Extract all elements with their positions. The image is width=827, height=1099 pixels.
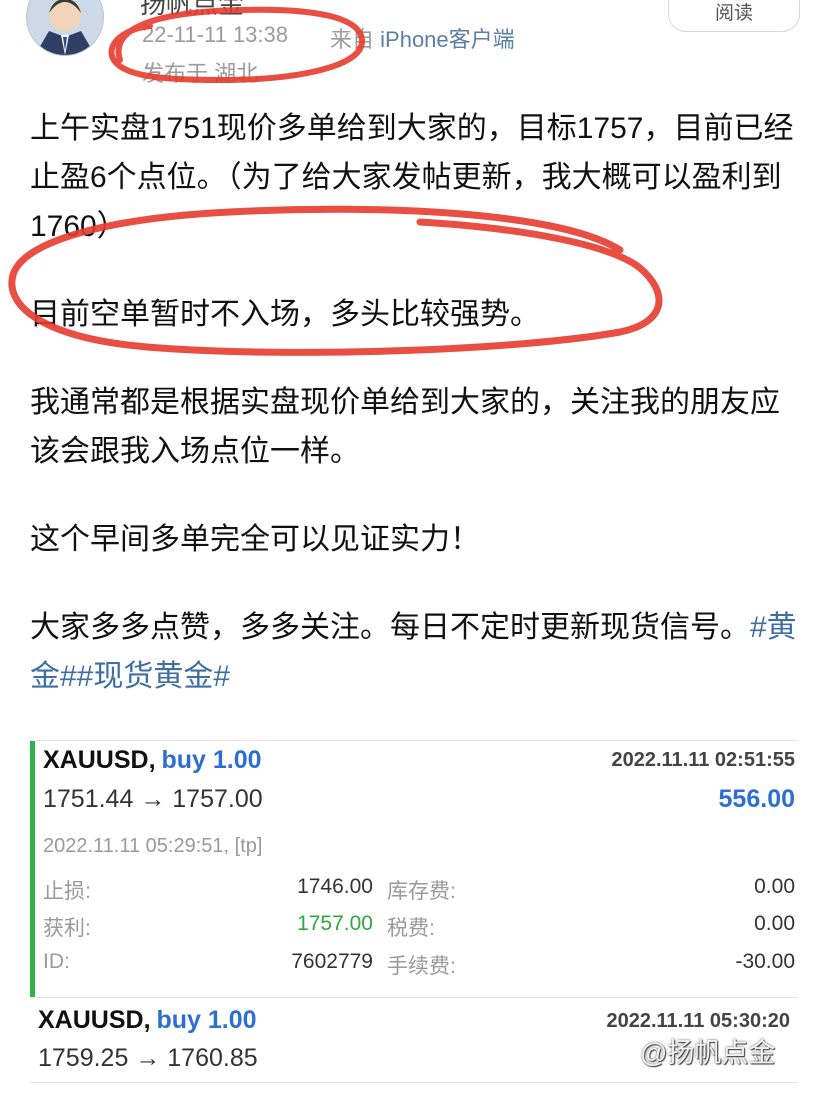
trade-prices: 1759.25 → 1760.85 [38, 1044, 258, 1072]
trade-side: buy 1.00 [161, 746, 262, 774]
open-time: 2022.11.11 02:51:55 [611, 749, 795, 771]
fee-label: 手续费: [387, 955, 456, 978]
author-avatar[interactable] [26, 0, 104, 56]
post-location: 发布于 湖北 [142, 61, 259, 86]
trade-card[interactable]: XAUUSD, buy 1.00 2022.11.11 02:51:55 1751… [30, 741, 803, 997]
symbol-label: XAUUSD, [38, 1006, 151, 1034]
tax-label: 税费: [387, 917, 435, 940]
id-value: 7602779 [291, 950, 373, 973]
swap-label: 库存费: [387, 880, 456, 903]
fee-value: -30.00 [735, 950, 795, 973]
post-paragraph: 这个早间多单完全可以见证实力！ [30, 523, 480, 556]
weibo-watermark: @扬帆点金 [640, 1038, 776, 1068]
divider [30, 1082, 798, 1083]
author-name[interactable]: 扬帆点金 [140, 0, 244, 21]
open-time: 2022.11.11 05:30:20 [606, 1010, 790, 1032]
tp-value: 1757.00 [297, 912, 373, 935]
post-paragraph: 目前空单暂时不入场，多头比较强势。 [30, 298, 540, 331]
source-client-link[interactable]: iPhone客户端 [380, 27, 515, 52]
swap-value: 0.00 [754, 875, 795, 898]
trade-prices: 1751.44 → 1757.00 [43, 785, 263, 813]
sl-value: 1746.00 [297, 875, 373, 898]
post-body: 上午实盘1751现价多单给到大家的，目标1757，目前已经止盈6个点位。（为了给… [30, 104, 800, 740]
id-label: ID: [43, 950, 70, 973]
post-paragraph: 大家多多点赞，多多关注。每日不定时更新现货信号。#黄金##现货黄金# [30, 603, 800, 701]
post-paragraph: 我通常都是根据实盘现价单给到大家的，关注我的朋友应该会跟我入场点位一样。 [30, 386, 780, 468]
close-time: 2022.11.11 05:29:51, [tp] [43, 835, 263, 857]
trade-symbol: XAUUSD, buy 1.00 [43, 746, 262, 775]
post-paragraph-text: 大家多多点赞，多多关注。每日不定时更新现货信号。 [30, 611, 750, 644]
post-paragraph: 上午实盘1751现价多单给到大家的，目标1757，目前已经止盈6个点位。（为了给… [30, 112, 794, 243]
tp-label: 获利: [43, 917, 91, 940]
source-prefix: 来自 [330, 27, 375, 52]
avatar-image [27, 0, 103, 55]
trade-symbol: XAUUSD, buy 1.00 [38, 1006, 257, 1035]
trade-side: buy 1.00 [156, 1006, 257, 1034]
symbol-label: XAUUSD, [43, 746, 156, 774]
post-timestamp: 22-11-11 13:38 [142, 22, 288, 47]
read-count-button[interactable]: 阅读 [668, 0, 800, 32]
trade-profit: 556.00 [718, 785, 795, 813]
sl-label: 止损: [43, 880, 91, 903]
post-source: 来自 iPhone客户端 [330, 22, 515, 54]
tax-value: 0.00 [754, 912, 795, 935]
